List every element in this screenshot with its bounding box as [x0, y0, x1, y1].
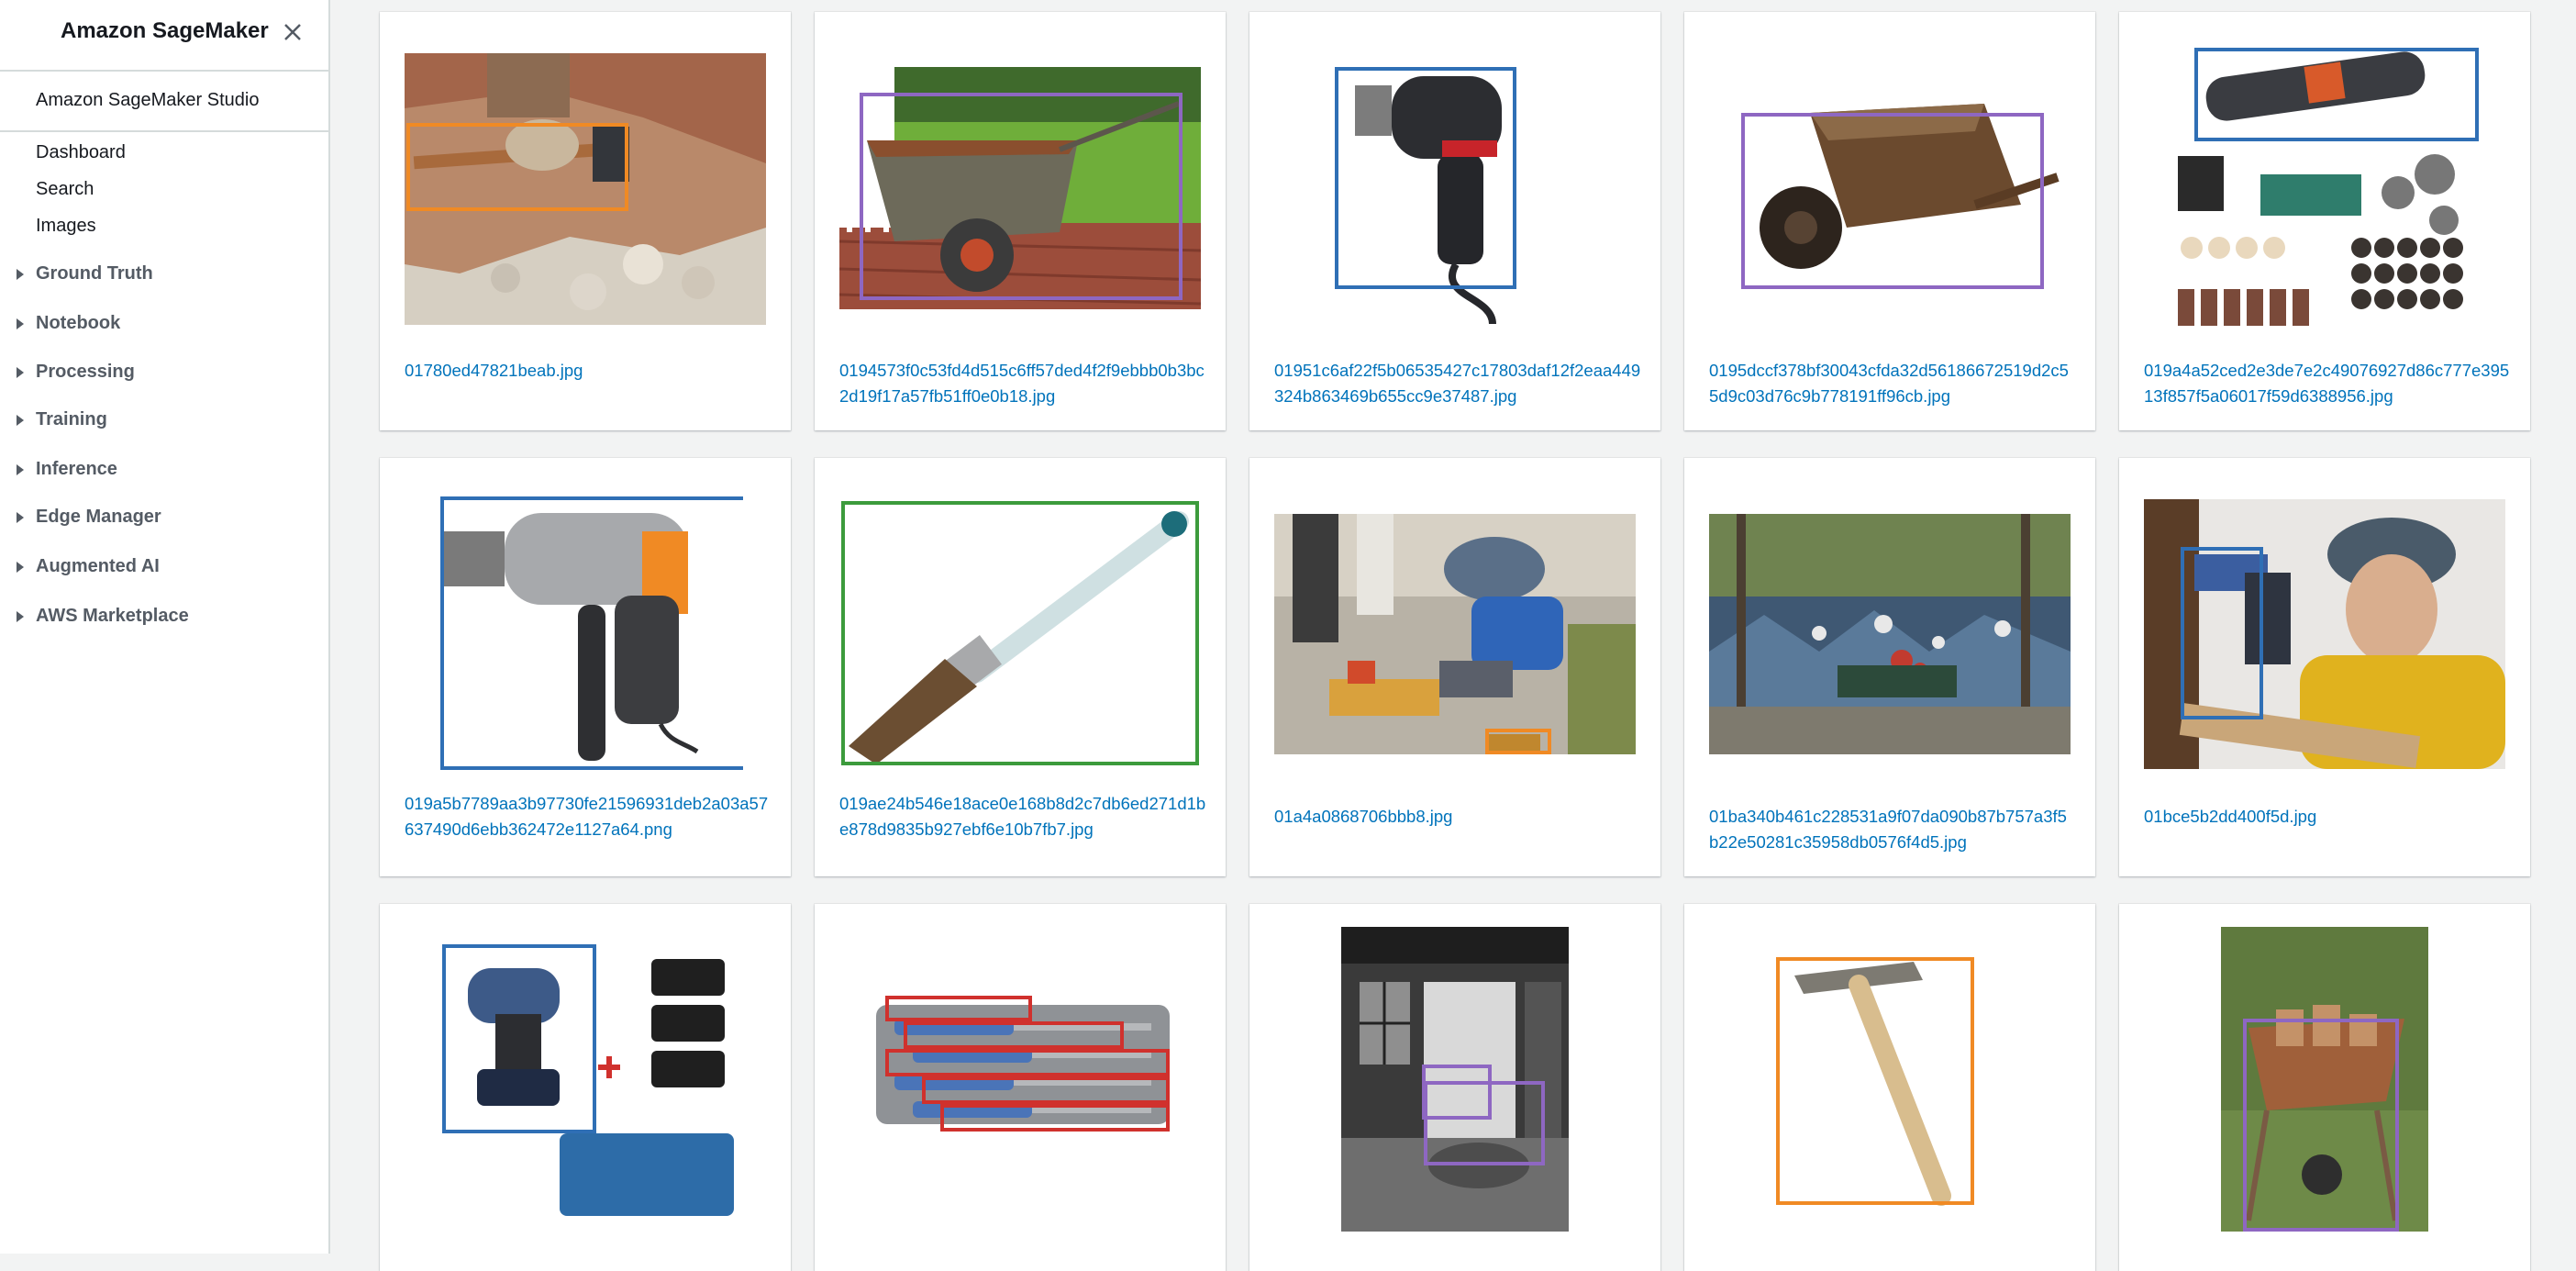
- image-thumbnail[interactable]: [2221, 927, 2428, 1232]
- caret-right-icon: [17, 318, 24, 329]
- image-thumbnail[interactable]: [1341, 927, 1569, 1232]
- bounding-box: [885, 996, 1032, 1021]
- image-filename-link[interactable]: 0195dccf378bf30043cfda32d56186672519d2c5…: [1709, 358, 2076, 409]
- bounding-box: [860, 93, 1183, 300]
- child-with-toy-tools-image: [1274, 514, 1636, 754]
- bounding-box: [1424, 1081, 1545, 1165]
- image-thumbnail[interactable]: [1709, 514, 2071, 754]
- park-bench-mural-image: [1709, 514, 2071, 754]
- sidebar-section-training[interactable]: Training: [17, 409, 107, 430]
- sidebar-item-dashboard[interactable]: Dashboard: [36, 142, 126, 163]
- image-filename-link[interactable]: 01780ed47821beab.jpg: [405, 358, 772, 384]
- image-thumbnail[interactable]: [839, 67, 1201, 309]
- bounding-box: [1741, 113, 2044, 289]
- sidebar-section-processing[interactable]: Processing: [17, 362, 135, 383]
- bounding-box: [1485, 729, 1551, 754]
- bounding-box: [1335, 67, 1516, 289]
- image-card[interactable]: 0194573f0c53fd4d515c6ff57ded4f2f9ebbb0b3…: [815, 12, 1226, 430]
- image-thumbnail[interactable]: [1327, 67, 1584, 324]
- sidebar-title: Amazon SageMaker: [61, 18, 269, 43]
- bounding-box: [2194, 48, 2479, 141]
- image-filename-link[interactable]: 01bce5b2dd400f5d.jpg: [2144, 804, 2511, 830]
- image-card[interactable]: 01bce5b2dd400f5d.jpg: [2119, 458, 2530, 876]
- divider: [0, 70, 328, 72]
- image-card[interactable]: 019a5b7789aa3b97730fe21596931deb2a03a576…: [380, 458, 791, 876]
- caret-right-icon: [17, 511, 24, 523]
- image-thumbnail[interactable]: [1274, 514, 1636, 754]
- caret-right-icon: [17, 268, 24, 280]
- image-filename-link[interactable]: 019a4a52ced2e3de7e2c49076927d86c777e3951…: [2144, 358, 2511, 409]
- image-card[interactable]: 01951c6af22f5b06535427c17803daf12f2eaa44…: [1249, 12, 1660, 430]
- image-filename-link[interactable]: 01ba340b461c228531a9f07da090b87b757a3f5b…: [1709, 804, 2076, 855]
- caret-right-icon: [17, 414, 24, 426]
- sidebar-section-notebook[interactable]: Notebook: [17, 313, 120, 334]
- divider: [0, 130, 328, 132]
- image-thumbnail[interactable]: [839, 977, 1201, 1161]
- image-thumbnail[interactable]: [2144, 499, 2505, 769]
- image-card[interactable]: [2119, 904, 2530, 1271]
- image-filename-link[interactable]: 019ae24b546e18ace0e168b8d2c7db6ed271d1be…: [839, 791, 1206, 842]
- image-thumbnail[interactable]: [1709, 67, 2071, 333]
- image-card[interactable]: 019a4a52ced2e3de7e2c49076927d86c777e3951…: [2119, 12, 2530, 430]
- image-card[interactable]: 01a4a0868706bbb8.jpg: [1249, 458, 1660, 876]
- sidebar-item-studio[interactable]: Amazon SageMaker Studio: [36, 90, 259, 111]
- sidebar-section-edge-manager[interactable]: Edge Manager: [17, 507, 161, 528]
- image-card[interactable]: 0195dccf378bf30043cfda32d56186672519d2c5…: [1684, 12, 2095, 430]
- image-card[interactable]: 01ba340b461c228531a9f07da090b87b757a3f5b…: [1684, 458, 2095, 876]
- sidebar-section-augmented-ai[interactable]: Augmented AI: [17, 556, 160, 577]
- image-filename-link[interactable]: 019a5b7789aa3b97730fe21596931deb2a03a576…: [405, 791, 772, 842]
- caret-right-icon: [17, 610, 24, 622]
- image-card[interactable]: [1684, 904, 2095, 1271]
- sidebar-item-search[interactable]: Search: [36, 179, 94, 200]
- bounding-box: [904, 1021, 1124, 1049]
- image-card[interactable]: [380, 904, 791, 1271]
- image-card[interactable]: 019ae24b546e18ace0e168b8d2c7db6ed271d1be…: [815, 458, 1226, 876]
- bounding-box: [841, 501, 1199, 765]
- caret-right-icon: [17, 463, 24, 475]
- sidebar-section-inference[interactable]: Inference: [17, 459, 117, 480]
- bounding-box: [2181, 547, 2263, 719]
- caret-right-icon: [17, 561, 24, 573]
- image-thumbnail[interactable]: [1776, 957, 2005, 1214]
- image-card[interactable]: 01780ed47821beab.jpg: [380, 12, 791, 430]
- bounding-box: [922, 1076, 1170, 1104]
- image-thumbnail[interactable]: [839, 498, 1201, 768]
- close-icon[interactable]: [279, 18, 306, 46]
- image-filename-link[interactable]: 01a4a0868706bbb8.jpg: [1274, 804, 1641, 830]
- image-thumbnail[interactable]: [2169, 37, 2481, 352]
- sidebar-section-aws-marketplace[interactable]: AWS Marketplace: [17, 606, 189, 627]
- sidebar-section-ground-truth[interactable]: Ground Truth: [17, 263, 153, 284]
- image-card[interactable]: [815, 904, 1226, 1271]
- sidebar: Amazon SageMaker Amazon SageMaker Studio…: [0, 0, 330, 1254]
- image-filename-link[interactable]: 01951c6af22f5b06535427c17803daf12f2eaa44…: [1274, 358, 1641, 409]
- image-filename-link[interactable]: 0194573f0c53fd4d515c6ff57ded4f2f9ebbb0b3…: [839, 358, 1206, 409]
- image-thumbnail[interactable]: [405, 53, 766, 325]
- caret-right-icon: [17, 366, 24, 378]
- bounding-box: [442, 944, 596, 1133]
- bounding-box: [2243, 1019, 2399, 1232]
- image-thumbnail[interactable]: [431, 941, 743, 1225]
- bounding-box: [885, 1049, 1170, 1076]
- bounding-box: [1776, 957, 1974, 1205]
- image-card[interactable]: [1249, 904, 1660, 1271]
- bounding-box: [440, 496, 743, 770]
- sidebar-item-images[interactable]: Images: [36, 216, 96, 237]
- bounding-box: [406, 123, 628, 211]
- image-thumbnail[interactable]: [431, 495, 743, 770]
- bounding-box: [940, 1104, 1170, 1132]
